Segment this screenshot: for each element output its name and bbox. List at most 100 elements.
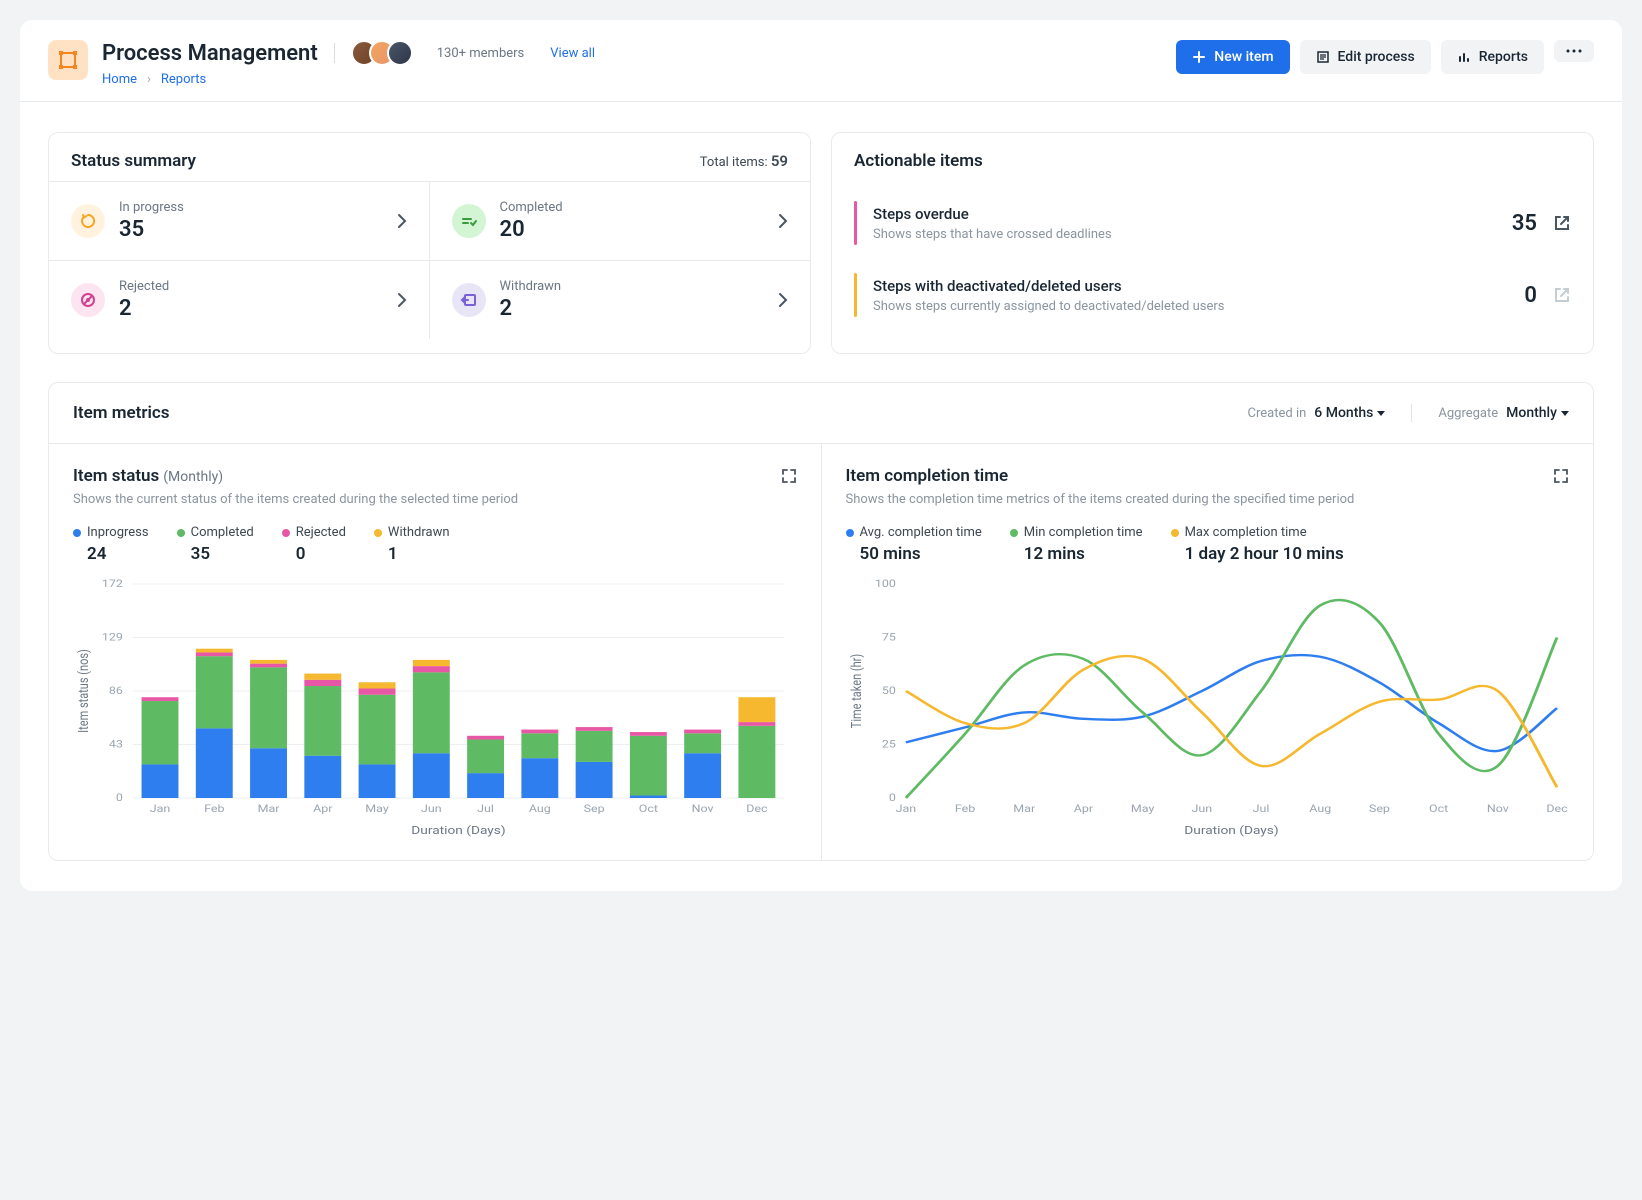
svg-text:100: 100 (874, 578, 895, 589)
caret-down-icon (1561, 411, 1569, 416)
more-button[interactable] (1554, 40, 1594, 62)
page-header: Process Management 130+ members View all… (20, 20, 1622, 102)
aggregate-label: Aggregate (1438, 406, 1498, 421)
reports-label: Reports (1479, 49, 1528, 65)
svg-text:Feb: Feb (954, 803, 974, 814)
member-avatars[interactable] (351, 40, 413, 66)
plus-icon (1192, 50, 1206, 64)
external-link-icon[interactable] (1553, 214, 1571, 232)
action-count: 35 (1512, 211, 1537, 236)
divider (1411, 404, 1412, 422)
legend-value: 12 mins (1024, 544, 1143, 564)
actionable-deactivated: Steps with deactivated/deleted users Sho… (854, 259, 1571, 331)
legend-value: 50 mins (860, 544, 982, 564)
chart-title: Item status (73, 466, 159, 486)
breadcrumb-home[interactable]: Home (102, 72, 137, 87)
svg-text:86: 86 (109, 685, 123, 696)
status-completed[interactable]: Completed 20 (430, 182, 811, 261)
status-rejected[interactable]: Rejected 2 (49, 261, 430, 339)
svg-text:Nov: Nov (1486, 803, 1509, 814)
more-horizontal-icon (1566, 49, 1582, 53)
svg-text:Nov: Nov (692, 803, 715, 814)
actionable-overdue: Steps overdue Shows steps that have cros… (854, 187, 1571, 259)
total-items-value: 59 (771, 152, 788, 170)
status-label: Rejected (119, 279, 383, 294)
new-item-button[interactable]: New item (1176, 40, 1289, 74)
edit-process-button[interactable]: Edit process (1300, 40, 1431, 74)
legend-label: Rejected (296, 525, 346, 540)
action-desc: Shows steps currently assigned to deacti… (873, 299, 1508, 314)
svg-text:Mar: Mar (1013, 803, 1035, 814)
svg-text:Apr: Apr (313, 803, 333, 814)
svg-text:50: 50 (881, 685, 895, 696)
avatar (387, 40, 413, 66)
chart-desc: Shows the completion time metrics of the… (846, 492, 1570, 507)
chevron-right-icon (397, 213, 407, 229)
chart-desc: Shows the current status of the items cr… (73, 492, 797, 507)
accent-bar (854, 201, 857, 245)
process-icon (56, 48, 80, 72)
status-in-progress[interactable]: In progress 35 (49, 182, 430, 261)
legend-label: Max completion time (1185, 525, 1307, 540)
expand-icon[interactable] (1553, 468, 1569, 484)
expand-icon[interactable] (781, 468, 797, 484)
legend-withdrawn: Withdrawn 1 (374, 525, 450, 564)
svg-text:Aug: Aug (1309, 803, 1331, 814)
svg-text:Oct: Oct (639, 803, 659, 814)
dot-icon (282, 529, 290, 537)
view-all-link[interactable]: View all (550, 46, 595, 61)
legend-rejected: Rejected 0 (282, 525, 346, 564)
reports-button[interactable]: Reports (1441, 40, 1544, 74)
action-desc: Shows steps that have crossed deadlines (873, 227, 1496, 242)
status-summary-card: Status summary Total items: 59 In progre… (48, 132, 811, 354)
chevron-right-icon (778, 213, 788, 229)
chevron-right-icon (397, 292, 407, 308)
dot-icon (1171, 529, 1179, 537)
svg-text:Duration (Days): Duration (Days) (1184, 824, 1278, 837)
total-items-label: Total items: (700, 155, 768, 170)
action-count: 0 (1524, 283, 1537, 308)
item-metrics-card: Item metrics Created in 6 Months Aggrega… (48, 382, 1594, 861)
svg-text:Mar: Mar (258, 803, 280, 814)
status-value: 35 (119, 217, 383, 242)
breadcrumb-current[interactable]: Reports (161, 72, 206, 87)
caret-down-icon (1377, 411, 1385, 416)
chart-subtitle: (Monthly) (163, 469, 223, 485)
dot-icon (374, 529, 382, 537)
chevron-right-icon (778, 292, 788, 308)
status-label: Withdrawn (500, 279, 765, 294)
withdrawn-icon (452, 283, 486, 317)
breadcrumb: Home › Reports (102, 72, 595, 87)
svg-text:Jan: Jan (150, 803, 171, 814)
legend-completed: Completed 35 (177, 525, 254, 564)
created-in-value: 6 Months (1314, 405, 1373, 421)
svg-text:Sep: Sep (584, 803, 605, 814)
external-link-icon (1553, 286, 1571, 304)
status-summary-title: Status summary (71, 151, 196, 171)
legend-avg: Avg. completion time 50 mins (846, 525, 982, 564)
aggregate-dropdown[interactable]: Monthly (1506, 405, 1569, 421)
status-label: Completed (500, 200, 765, 215)
svg-text:Jun: Jun (421, 803, 442, 814)
status-label: In progress (119, 200, 383, 215)
svg-text:Apr: Apr (1073, 803, 1093, 814)
svg-text:0: 0 (888, 792, 895, 803)
new-item-label: New item (1214, 49, 1273, 65)
completion-time-chart-panel: Item completion time Shows the completio… (822, 444, 1594, 860)
created-in-dropdown[interactable]: 6 Months (1314, 405, 1385, 421)
legend-value: 0 (296, 544, 346, 564)
svg-text:Feb: Feb (204, 803, 224, 814)
bar-chart: 04386129172JanFebMarAprMayJunJulAugSepOc… (73, 578, 797, 838)
actionable-items-card: Actionable items Steps overdue Shows ste… (831, 132, 1594, 354)
status-withdrawn[interactable]: Withdrawn 2 (430, 261, 811, 339)
svg-text:129: 129 (102, 632, 123, 643)
legend-value: 24 (87, 544, 149, 564)
svg-text:Time taken (hr): Time taken (hr) (848, 654, 865, 728)
created-in-label: Created in (1248, 406, 1307, 421)
legend-value: 1 day 2 hour 10 mins (1185, 544, 1344, 564)
svg-text:Sep: Sep (1368, 803, 1389, 814)
legend-label: Avg. completion time (860, 525, 982, 540)
dot-icon (846, 529, 854, 537)
status-value: 2 (119, 296, 383, 321)
legend-inprogress: Inprogress 24 (73, 525, 149, 564)
